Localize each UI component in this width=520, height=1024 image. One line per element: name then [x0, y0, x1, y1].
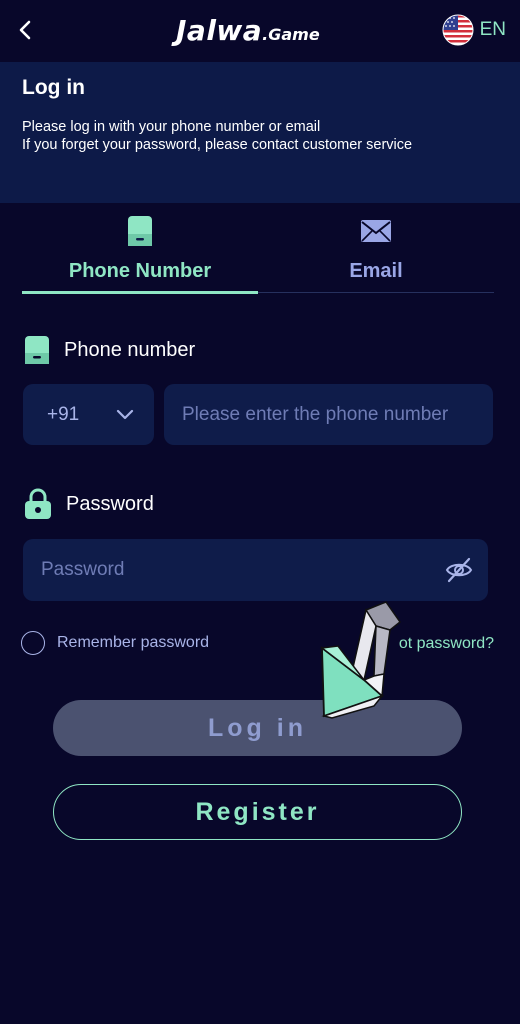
phone-number-label: Phone number	[24, 335, 195, 365]
remember-password-label: Remember password	[57, 634, 210, 651]
brand-logo: Jalwa.Game	[176, 14, 320, 47]
login-method-tabs: Phone Number Email	[22, 203, 494, 294]
password-label-text: Password	[66, 492, 154, 515]
page-title: Log in	[22, 76, 85, 99]
mail-icon	[361, 220, 391, 242]
remember-password-toggle[interactable]: Remember password	[21, 631, 209, 655]
active-tab-indicator	[22, 291, 258, 294]
phone-number-label-text: Phone number	[64, 338, 196, 361]
phone-icon	[25, 336, 49, 364]
remember-radio[interactable]	[21, 631, 45, 655]
instruction-line-1: Please log in with your phone number or …	[22, 119, 321, 135]
chevron-down-icon	[116, 409, 134, 420]
instruction-line-2: If you forget your password, please cont…	[22, 137, 413, 153]
phone-number-input[interactable]	[164, 402, 493, 427]
top-bar: Jalwa.Game EN	[0, 0, 520, 62]
chevron-left-icon	[19, 20, 31, 40]
language-code: EN	[479, 19, 506, 40]
back-button[interactable]	[12, 16, 40, 44]
us-flag-icon	[442, 14, 474, 46]
tab-phone-number-label: Phone Number	[68, 260, 212, 282]
login-instructions: Please log in with your phone number or …	[22, 118, 412, 154]
password-input-container	[23, 539, 488, 601]
phone-input-container	[164, 384, 493, 445]
forgot-password-link[interactable]: ot password?	[399, 635, 494, 653]
eye-slash-icon[interactable]	[444, 555, 474, 585]
login-header-panel: Log in Please log in with your phone num…	[0, 62, 520, 203]
country-code-value: +91	[47, 403, 80, 425]
lock-icon	[25, 488, 51, 519]
password-label: Password	[24, 488, 154, 520]
phone-icon	[128, 216, 152, 246]
tab-phone-number[interactable]: Phone Number	[22, 203, 258, 294]
country-code-select[interactable]: +91	[23, 384, 154, 445]
language-selector[interactable]: EN	[442, 14, 506, 46]
password-input[interactable]	[23, 558, 423, 582]
register-button[interactable]: Register	[53, 784, 462, 840]
brand-suffix: .Game	[262, 25, 320, 44]
pointer-arrow-icon	[320, 601, 402, 719]
tab-email[interactable]: Email	[258, 203, 494, 294]
brand-name: Jalwa	[176, 14, 263, 47]
tab-email-label: Email	[349, 260, 403, 282]
